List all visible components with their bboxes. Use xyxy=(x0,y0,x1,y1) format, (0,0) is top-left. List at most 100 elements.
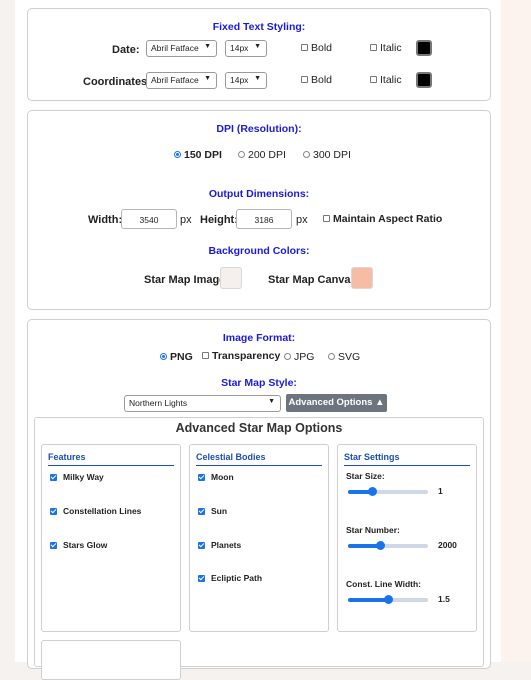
divider xyxy=(344,465,470,466)
text-styling-section: Fixed Text Styling: Date: Abril Fatface … xyxy=(27,8,491,101)
star-size-label: Star Size: xyxy=(346,471,385,481)
const-line-width-slider[interactable] xyxy=(348,595,428,604)
star-map-canvas-label: Star Map Canvas: xyxy=(268,274,361,286)
dpi-title: DPI (Resolution): xyxy=(216,123,302,135)
date-size-value: 14px xyxy=(230,43,249,53)
chevron-down-icon: ▼ xyxy=(204,75,211,82)
checkbox-box xyxy=(301,76,308,83)
milky-way-checkbox[interactable]: Milky Way xyxy=(50,472,104,482)
height-unit: px xyxy=(296,214,308,226)
dpi-300-radio[interactable]: 300 DPI xyxy=(303,149,351,161)
constellation-lines-checkbox[interactable]: Constellation Lines xyxy=(50,506,141,516)
checkbox-checked xyxy=(198,542,205,549)
planets-checkbox[interactable]: Planets xyxy=(198,540,241,550)
jpg-radio[interactable]: JPG xyxy=(284,351,314,363)
checkbox-checked xyxy=(198,508,205,515)
dpi-200-label: 200 DPI xyxy=(248,149,286,161)
height-input[interactable]: 3186 xyxy=(236,209,292,229)
right-margin xyxy=(501,0,531,662)
coordinates-italic-label: Italic xyxy=(380,74,402,86)
chevron-down-icon: ▼ xyxy=(204,43,211,50)
milky-way-label: Milky Way xyxy=(63,472,104,482)
height-label: Height: xyxy=(200,214,238,226)
stars-glow-label: Stars Glow xyxy=(63,540,108,550)
format-section: Image Format: PNG Transparency JPG SVG S… xyxy=(27,319,491,680)
slider-thumb[interactable] xyxy=(368,487,377,496)
coordinates-label: Coordinates: xyxy=(83,76,151,88)
date-font-select[interactable]: Abril Fatface ▼ xyxy=(146,40,217,57)
star-settings-title: Star Settings xyxy=(344,452,400,462)
slider-fill xyxy=(348,598,388,602)
date-bold-label: Bold xyxy=(311,42,333,54)
date-italic-checkbox[interactable]: Italic xyxy=(370,42,402,54)
transparency-checkbox[interactable]: Transparency xyxy=(202,350,280,362)
checkbox-box xyxy=(370,76,377,83)
divider xyxy=(48,465,174,466)
width-unit: px xyxy=(180,214,192,226)
advanced-options-button[interactable]: Advanced Options ▲ xyxy=(286,394,387,412)
radio-unselected xyxy=(284,353,291,360)
png-radio[interactable]: PNG xyxy=(160,351,193,363)
date-italic-label: Italic xyxy=(380,42,402,54)
features-panel: Features Milky Way Constellation Lines S… xyxy=(41,444,181,632)
coordinates-italic-checkbox[interactable]: Italic xyxy=(370,74,402,86)
checkbox-checked xyxy=(50,508,57,515)
celestial-bodies-panel: Celestial Bodies Moon Sun Planets Eclipt… xyxy=(189,444,329,632)
checkbox-box xyxy=(323,215,330,222)
constellation-lines-label: Constellation Lines xyxy=(63,506,142,516)
const-line-width-value: 1.5 xyxy=(438,594,450,604)
ecliptic-path-checkbox[interactable]: Ecliptic Path xyxy=(198,573,262,583)
checkbox-checked xyxy=(198,474,205,481)
star-size-value: 1 xyxy=(438,486,443,496)
advanced-options-panel: Advanced Star Map Options Features Milky… xyxy=(34,417,484,680)
divider xyxy=(196,465,322,466)
ecliptic-path-label: Ecliptic Path xyxy=(211,573,263,583)
coordinates-bold-checkbox[interactable]: Bold xyxy=(301,74,332,86)
star-number-label: Star Number: xyxy=(346,525,400,535)
star-number-value: 2000 xyxy=(438,540,457,550)
slider-thumb[interactable] xyxy=(376,541,385,550)
star-map-canvas-color-picker[interactable] xyxy=(351,267,373,289)
celestial-bodies-title: Celestial Bodies xyxy=(196,452,266,462)
date-size-select[interactable]: 14px ▼ xyxy=(225,40,267,57)
star-map-style-select[interactable]: Northern Lights ▼ xyxy=(124,395,281,412)
jpg-label: JPG xyxy=(294,351,315,363)
moon-checkbox[interactable]: Moon xyxy=(198,472,234,482)
dpi-300-label: 300 DPI xyxy=(313,149,351,161)
date-color-picker[interactable] xyxy=(416,40,432,56)
checkbox-box xyxy=(202,352,209,359)
chevron-down-icon: ▼ xyxy=(268,398,275,405)
checkbox-checked xyxy=(198,575,205,582)
transparency-label: Transparency xyxy=(212,350,281,362)
coordinates-font-select[interactable]: Abril Fatface ▼ xyxy=(146,72,217,89)
radio-unselected xyxy=(328,353,335,360)
star-map-image-label: Star Map Image: xyxy=(144,274,229,286)
svg-label: SVG xyxy=(338,351,361,363)
stars-glow-checkbox[interactable]: Stars Glow xyxy=(50,540,107,550)
checkbox-box xyxy=(301,44,308,51)
slider-thumb[interactable] xyxy=(384,595,393,604)
chevron-down-icon: ▼ xyxy=(254,43,261,50)
width-label: Width: xyxy=(88,214,123,226)
star-number-slider[interactable] xyxy=(348,541,428,550)
radio-selected xyxy=(160,353,167,360)
dpi-150-label: 150 DPI xyxy=(184,149,222,161)
date-bold-checkbox[interactable]: Bold xyxy=(301,42,332,54)
star-size-slider[interactable] xyxy=(348,487,428,496)
coordinates-color-picker[interactable] xyxy=(416,72,432,88)
maintain-aspect-checkbox[interactable]: Maintain Aspect Ratio xyxy=(323,213,442,225)
image-format-title: Image Format: xyxy=(222,332,296,344)
star-map-image-color-picker[interactable] xyxy=(220,267,242,289)
radio-unselected xyxy=(303,151,310,158)
advanced-options-title: Advanced Star Map Options xyxy=(175,421,343,435)
dpi-150-radio[interactable]: 150 DPI xyxy=(174,149,222,161)
sun-checkbox[interactable]: Sun xyxy=(198,506,227,516)
dpi-200-radio[interactable]: 200 DPI xyxy=(238,149,286,161)
const-line-width-label: Const. Line Width: xyxy=(346,579,421,589)
radio-selected xyxy=(174,151,181,158)
width-input[interactable]: 3540 xyxy=(121,209,177,229)
sun-label: Sun xyxy=(211,506,228,516)
coordinates-size-select[interactable]: 14px ▼ xyxy=(225,72,267,89)
svg-radio[interactable]: SVG xyxy=(328,351,360,363)
checkbox-box xyxy=(370,44,377,51)
